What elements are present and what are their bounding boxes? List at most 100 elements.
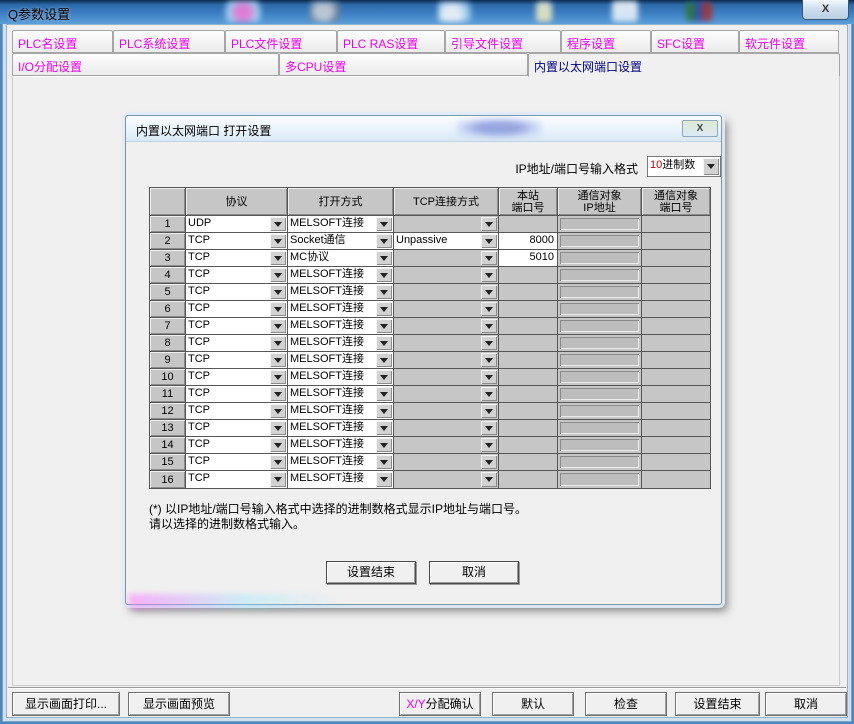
protocol-combo[interactable]: TCP — [186, 403, 288, 420]
chevron-down-icon[interactable] — [376, 234, 392, 248]
chevron-down-icon[interactable] — [376, 251, 392, 265]
chevron-down-icon[interactable] — [270, 438, 286, 452]
open-method-combo[interactable]: MELSOFT连接 — [288, 301, 394, 318]
open-method-combo[interactable]: MELSOFT连接 — [288, 335, 394, 352]
open-method-combo[interactable]: MELSOFT连接 — [288, 420, 394, 437]
protocol-combo[interactable]: TCP — [186, 335, 288, 352]
combo-value — [394, 437, 480, 453]
chevron-down-icon[interactable] — [376, 268, 392, 282]
protocol-combo[interactable]: UDP — [186, 216, 288, 233]
chevron-down-icon[interactable] — [376, 319, 392, 333]
chevron-down-icon[interactable] — [703, 158, 719, 175]
chevron-down-icon[interactable] — [376, 438, 392, 452]
protocol-combo[interactable]: TCP — [186, 267, 288, 284]
default-button[interactable]: 默认 — [492, 692, 574, 716]
chevron-down-icon[interactable] — [270, 421, 286, 435]
protocol-combo[interactable]: TCP — [186, 352, 288, 369]
disabled-ip-field — [560, 303, 639, 315]
combo-value — [394, 335, 480, 351]
tab-1-row2[interactable]: I/O分配设置 — [12, 53, 279, 76]
modal-finish-setting-button[interactable]: 设置结束 — [326, 561, 416, 584]
open-method-combo[interactable]: MELSOFT连接 — [288, 437, 394, 454]
modal-cancel-button[interactable]: 取消 — [429, 561, 519, 584]
chevron-down-icon[interactable] — [481, 234, 497, 248]
tab-2-row2[interactable]: 多CPU设置 — [279, 53, 528, 76]
disabled-ip-field — [560, 286, 639, 298]
protocol-combo[interactable]: TCP — [186, 301, 288, 318]
tab-1-row1[interactable]: PLC名设置 — [12, 30, 113, 53]
tab-3-row1[interactable]: PLC文件设置 — [225, 30, 337, 53]
protocol-combo[interactable]: TCP — [186, 437, 288, 454]
tab-8-row1[interactable]: 软元件设置 — [739, 30, 839, 53]
finish-setting-button[interactable]: 设置结束 — [675, 692, 760, 716]
open-method-combo[interactable]: MELSOFT连接 — [288, 284, 394, 301]
protocol-combo[interactable]: TCP — [186, 233, 288, 250]
protocol-combo[interactable]: TCP — [186, 454, 288, 471]
open-method-combo[interactable]: MELSOFT连接 — [288, 352, 394, 369]
local-port-cell[interactable]: 5010 — [499, 250, 558, 267]
tab-5-row1[interactable]: 引导文件设置 — [445, 30, 561, 53]
open-method-combo[interactable]: MELSOFT连接 — [288, 369, 394, 386]
chevron-down-icon[interactable] — [376, 387, 392, 401]
chevron-down-icon[interactable] — [376, 472, 392, 487]
open-method-combo[interactable]: MELSOFT连接 — [288, 454, 394, 471]
modal-close-button[interactable]: X — [682, 120, 718, 137]
chevron-down-icon — [481, 404, 497, 418]
protocol-combo[interactable]: TCP — [186, 318, 288, 335]
cancel-button[interactable]: 取消 — [765, 692, 847, 716]
chevron-down-icon[interactable] — [376, 302, 392, 316]
dest-ip-cell — [558, 369, 642, 386]
chevron-down-icon[interactable] — [270, 217, 286, 231]
button-label: 分配确认 — [426, 697, 474, 711]
open-method-combo[interactable]: Socket通信 — [288, 233, 394, 250]
open-method-combo[interactable]: MELSOFT连接 — [288, 386, 394, 403]
protocol-combo[interactable]: TCP — [186, 250, 288, 267]
chevron-down-icon[interactable] — [376, 421, 392, 435]
open-method-combo[interactable]: MELSOFT连接 — [288, 471, 394, 488]
input-format-dropdown[interactable]: 10进制数 — [647, 156, 721, 177]
chevron-down-icon[interactable] — [270, 404, 286, 418]
chevron-down-icon[interactable] — [270, 455, 286, 469]
open-method-combo[interactable]: MELSOFT连接 — [288, 318, 394, 335]
open-method-combo[interactable]: MC协议 — [288, 250, 394, 267]
print-screen-button[interactable]: 显示画面打印... — [12, 692, 120, 716]
chevron-down-icon[interactable] — [376, 353, 392, 367]
local-port-cell[interactable]: 8000 — [499, 233, 558, 250]
chevron-down-icon[interactable] — [270, 370, 286, 384]
protocol-combo[interactable]: TCP — [186, 369, 288, 386]
chevron-down-icon[interactable] — [270, 285, 286, 299]
tab-6-row1[interactable]: 程序设置 — [561, 30, 651, 53]
open-method-combo[interactable]: MELSOFT连接 — [288, 403, 394, 420]
chevron-down-icon[interactable] — [270, 319, 286, 333]
check-button[interactable]: 检查 — [585, 692, 667, 716]
protocol-combo[interactable]: TCP — [186, 386, 288, 403]
chevron-down-icon[interactable] — [270, 336, 286, 350]
chevron-down-icon[interactable] — [270, 302, 286, 316]
chevron-down-icon[interactable] — [376, 285, 392, 299]
tab-4-row1[interactable]: PLC RAS设置 — [337, 30, 445, 53]
open-method-combo[interactable]: MELSOFT连接 — [288, 267, 394, 284]
chevron-down-icon[interactable] — [270, 353, 286, 367]
chevron-down-icon[interactable] — [270, 268, 286, 282]
tab-7-row1[interactable]: SFC设置 — [651, 30, 739, 53]
window-close-button[interactable]: X — [802, 0, 849, 20]
chevron-down-icon[interactable] — [270, 472, 286, 487]
chevron-down-icon[interactable] — [376, 217, 392, 231]
preview-screen-button[interactable]: 显示画面预览 — [128, 692, 230, 716]
chevron-down-icon[interactable] — [270, 234, 286, 248]
chevron-down-icon[interactable] — [376, 336, 392, 350]
chevron-down-icon[interactable] — [270, 251, 286, 265]
chevron-down-icon[interactable] — [376, 370, 392, 384]
open-method-combo[interactable]: MELSOFT连接 — [288, 216, 394, 233]
xy-assignment-confirm-button[interactable]: X/Y分配确认 — [399, 692, 481, 716]
protocol-combo[interactable]: TCP — [186, 471, 288, 488]
chevron-down-icon[interactable] — [376, 455, 392, 469]
dest-port-cell — [642, 403, 710, 420]
protocol-combo[interactable]: TCP — [186, 284, 288, 301]
chevron-down-icon[interactable] — [376, 404, 392, 418]
tcp-mode-combo[interactable]: Unpassive — [394, 233, 499, 250]
protocol-combo[interactable]: TCP — [186, 420, 288, 437]
tab-3-row2[interactable]: 内置以太网端口设置 — [528, 53, 840, 77]
chevron-down-icon[interactable] — [270, 387, 286, 401]
tab-2-row1[interactable]: PLC系统设置 — [113, 30, 225, 53]
